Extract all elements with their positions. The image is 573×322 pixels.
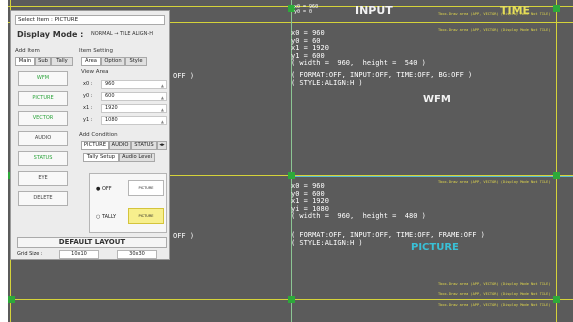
tab-tally[interactable]: Tally	[51, 57, 73, 66]
add-item-label: Add Item	[15, 48, 40, 54]
picture-tally-preview: PICTURE	[128, 208, 164, 224]
warning-text: Tbox.Draw area (APP, VECTOR) (Display Mo…	[438, 180, 551, 184]
display-mode-label: Display Mode :	[17, 30, 84, 39]
corner-marker[interactable]	[553, 296, 560, 303]
tab-style[interactable]: Style	[125, 57, 147, 66]
x1-label: x1 :	[83, 105, 93, 111]
tab-sub[interactable]: Sub	[35, 57, 51, 66]
y0-label: y0 :	[83, 93, 93, 99]
y0-field[interactable]: 600 ▲	[101, 92, 167, 101]
warning-text: Tbox.Draw area (APP, VECTOR) (Display Mo…	[438, 303, 551, 307]
wfm-button[interactable]: WFM	[18, 71, 68, 86]
item-setting-label: Item Setting	[79, 48, 113, 54]
delete-button[interactable]: DELETE	[18, 191, 68, 206]
tab-main[interactable]: Main	[15, 57, 35, 66]
picture-off-preview: PICTURE	[128, 180, 164, 196]
tab-option[interactable]: Option	[101, 57, 125, 66]
status-button[interactable]: STATUS	[18, 151, 68, 166]
y1-label: y1 :	[83, 117, 93, 123]
tab-scroll-arrows[interactable]: ◂▸	[157, 141, 167, 150]
corner-marker[interactable]	[553, 5, 560, 12]
tab-area[interactable]: Area	[81, 57, 101, 66]
tab-audio[interactable]: AUDIO	[109, 141, 131, 150]
spinner-icon[interactable]: ▲	[161, 106, 164, 113]
layout-settings-panel: Select Item : PICTURE Display Mode : NOR…	[10, 10, 170, 260]
warning-text: Tbox.Draw area (APP, VECTOR) (Display Mo…	[438, 292, 551, 296]
add-condition-label: Add Condition	[79, 132, 118, 138]
top-coords: x0 = 960 y0 = 0	[294, 4, 319, 15]
off-radio[interactable]: ● OFF	[96, 186, 112, 192]
picture-area-coords: x0 = 960 y0 = 600 x1 = 1920 yi = 1080 ( …	[291, 182, 426, 220]
display-mode-value[interactable]: NORMAL → TILE ALIGN-H	[91, 31, 153, 37]
wfm-area-name: WFM	[423, 94, 451, 105]
tab-tally-setup[interactable]: Tally Setup	[83, 153, 119, 162]
left-area-status-fragment: OFF )	[173, 72, 195, 80]
y1-field[interactable]: 1080 ▲	[101, 116, 167, 125]
warning-text: Tbox.Draw area (APP, VECTOR) (Display Mo…	[438, 28, 551, 32]
corner-marker[interactable]	[288, 172, 295, 179]
picture-button[interactable]: PICTURE	[18, 91, 68, 106]
vector-button[interactable]: VECTOR	[18, 111, 68, 126]
warning-text: Tbox.Draw area (APP, VECTOR) (Display Mo…	[438, 12, 551, 16]
grid-size-label: Grid Size :	[17, 251, 43, 257]
input-title: INPUT	[355, 4, 393, 17]
view-area-label: View Area	[81, 69, 109, 75]
corner-marker[interactable]	[553, 172, 560, 179]
corner-marker[interactable]	[8, 296, 15, 303]
corner-marker[interactable]	[288, 296, 295, 303]
screen: x0 = 960 y0 = 0 INPUT TIME Tbox.Draw are…	[0, 0, 573, 322]
audio-button[interactable]: AUDIO	[18, 131, 68, 146]
spinner-icon[interactable]: ▲	[161, 118, 164, 125]
tab-status[interactable]: STATUS	[131, 141, 157, 150]
picture-area-name: PICTURE	[411, 242, 459, 253]
tally-setup-box: ● OFF PICTURE ○ TALLY PICTURE	[89, 173, 167, 233]
x1-field[interactable]: 1920 ▲	[101, 104, 167, 113]
wfm-area-coords: x0 = 960 y0 = 60 x1 = 1920 y1 = 600 ( wi…	[291, 29, 426, 67]
x0-field[interactable]: 960 ▲	[101, 80, 167, 89]
spinner-icon[interactable]: ▲	[161, 94, 164, 101]
tab-audio-level[interactable]: Audio Level	[119, 153, 155, 162]
select-item-field[interactable]: Select Item : PICTURE	[15, 15, 165, 25]
tab-picture[interactable]: PICTURE	[81, 141, 109, 150]
eye-button[interactable]: EYE	[18, 171, 68, 186]
warning-text: Tbox.Draw area (APP, VECTOR) (Display Mo…	[438, 282, 551, 286]
tally-radio[interactable]: ○ TALLY	[96, 214, 116, 220]
grid-30x30-option[interactable]: 30x30	[117, 250, 157, 259]
default-layout-button[interactable]: DEFAULT LAYOUT	[17, 237, 167, 248]
left-area-status-fragment: OFF )	[173, 232, 195, 240]
grid-10x10-option[interactable]: 10x10	[59, 250, 99, 259]
spinner-icon[interactable]: ▲	[161, 82, 164, 89]
guide-line-right	[556, 0, 557, 322]
wfm-area-status: ( FORMAT:OFF, INPUT:OFF, TIME:OFF, BG:OF…	[291, 71, 473, 87]
split-line-horizontal	[291, 176, 573, 177]
x0-label: x0 :	[83, 81, 93, 87]
